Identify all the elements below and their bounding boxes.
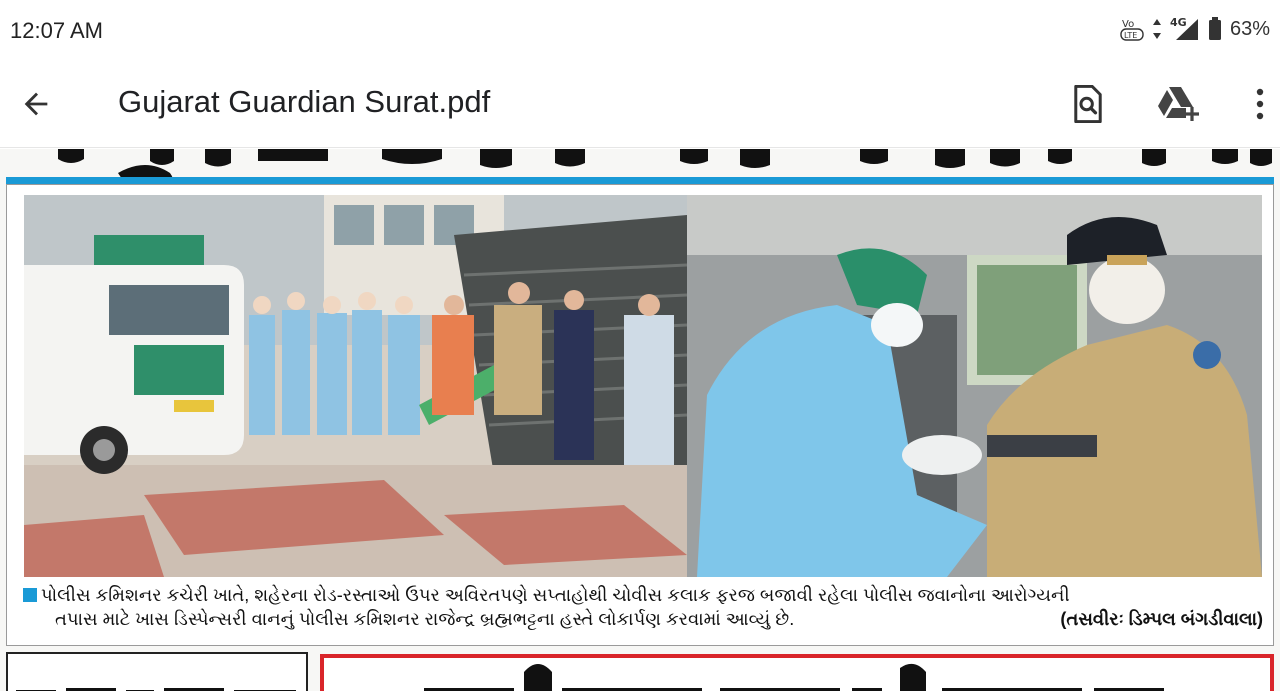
arrow-left-icon [24,92,48,116]
svg-text:LTE: LTE [1124,31,1137,40]
svg-text:4G: 4G [1170,16,1187,29]
photo-caption: પોલીસ કમિશનર કચેરી ખાતે, શહેરના રોડ-રસ્ત… [23,583,1263,631]
photo-frame: પોલીસ કમિશનર કચેરી ખાતે, શહેરના રોડ-રસ્ત… [6,184,1274,646]
caption-line-1: પોલીસ કમિશનર કચેરી ખાતે, શહેરના રોડ-રસ્ત… [41,585,1070,605]
caption-bullet [23,588,37,602]
cropped-headline-box [320,654,1274,691]
photo-credit: (તસવીરઃ ડિમ્પલ બંગડીવાલા) [1060,609,1263,629]
photo-health-check [687,195,1262,577]
app-bar: Gujarat Guardian Surat.pdf [0,60,1280,148]
signal-4g-icon: 4G [1170,16,1200,42]
add-to-drive-button[interactable] [1154,80,1202,128]
more-options-button[interactable] [1236,80,1280,128]
document-title: Gujarat Guardian Surat.pdf [118,84,491,119]
photo-van-launch [24,195,687,577]
pdf-page[interactable]: પોલીસ કમિશનર કચેરી ખાતે, શહેરના રોડ-રસ્ત… [0,149,1280,691]
battery-icon [1208,17,1222,41]
status-time: 12:07 AM [10,18,103,43]
cropped-headline-fragments [58,149,1272,168]
cropped-story-heading [16,688,296,691]
data-arrows-icon [1152,18,1162,40]
document-search-icon [1074,85,1102,123]
more-vert-icon [1256,88,1264,120]
volte-icon: Vo LTE [1120,16,1144,42]
cropped-headline [0,149,1280,179]
add-to-drive-icon [1158,87,1199,121]
status-bar: 12:07 AM Vo LTE 4G 63% [0,0,1280,60]
status-icons: Vo LTE 4G 63% [1120,16,1270,42]
back-button[interactable] [14,82,58,126]
battery-percent: 63% [1229,17,1270,40]
cropped-headline-text [424,663,1164,691]
caption-line-2: તપાસ માટે ખાસ ડિસ્પેન્સરી વાનનું પોલીસ ક… [55,609,795,629]
find-in-document-button[interactable] [1064,80,1112,128]
cropped-story-box [6,652,308,691]
section-rule [6,177,1274,184]
